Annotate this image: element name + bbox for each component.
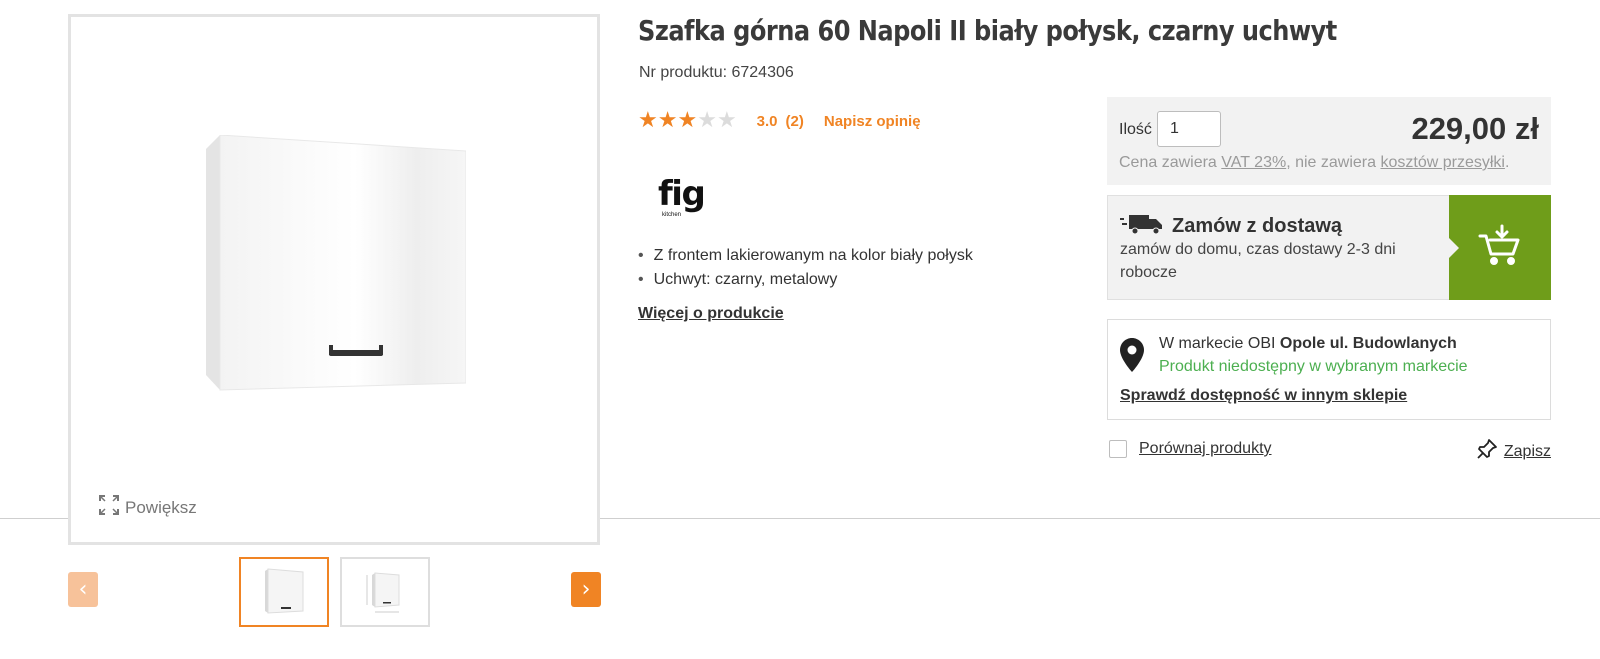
- gallery-thumbnail-1[interactable]: [239, 557, 329, 627]
- delivery-truck-icon: [1120, 213, 1164, 240]
- save-button[interactable]: Zapisz: [1476, 438, 1551, 465]
- quantity-label: Ilość: [1119, 121, 1152, 138]
- add-to-cart-button[interactable]: [1449, 195, 1551, 300]
- delivery-title: Zamów z dostawą: [1172, 215, 1343, 237]
- product-number: Nr produktu: 6724306: [639, 64, 794, 81]
- star-filled-icon: ★: [677, 108, 698, 133]
- star-empty-icon: ★: [716, 108, 737, 133]
- rating-count[interactable]: (2): [786, 113, 804, 130]
- gallery-next-button[interactable]: ›: [571, 572, 601, 607]
- brand-logo[interactable]: fig kitchen: [658, 176, 718, 222]
- store-prefix: W markecie OBI: [1159, 335, 1280, 352]
- feature-list: Z frontem lakierowanym na kolor biały po…: [638, 244, 973, 292]
- more-about-product-link[interactable]: Więcej o produkcie: [638, 305, 784, 323]
- price-box: Ilość 229,00 zł Cena zawiera VAT 23%, ni…: [1107, 97, 1551, 185]
- brand-subtitle: kitchen: [662, 212, 682, 218]
- thumbnail-cabinet-image: [265, 568, 304, 614]
- write-review-link[interactable]: Napisz opinię: [824, 113, 921, 130]
- rating-score: 3.0: [756, 112, 778, 130]
- price-note-suffix: .: [1504, 154, 1510, 171]
- star-empty-icon: ★: [697, 108, 717, 133]
- store-status: Produkt niedostępny w wybranym markecie: [1159, 358, 1468, 375]
- brand-name: fig: [658, 174, 706, 214]
- zoom-label: Powiększ: [125, 497, 197, 517]
- cart-button-notch: [1449, 238, 1459, 258]
- product-price: 229,00 zł: [1411, 111, 1539, 146]
- store-availability: W markecie OBI Opole ul. Budowlanych Pro…: [1107, 319, 1551, 420]
- expand-icon: [99, 495, 119, 520]
- price-note: Cena zawiera VAT 23%, nie zawiera kosztó…: [1119, 154, 1509, 172]
- star-filled-icon: ★: [638, 108, 658, 133]
- compare-products[interactable]: Porównaj produkty: [1109, 440, 1272, 458]
- product-rating: ★ ★ ★ ★ ★ 3.0 (2) Napisz opinię: [638, 110, 921, 132]
- location-pin-icon: [1120, 338, 1144, 377]
- gallery-thumbnail-2[interactable]: [340, 557, 430, 627]
- store-name[interactable]: Opole ul. Budowlanych: [1280, 335, 1457, 352]
- check-other-store-link[interactable]: Sprawdź dostępność w innym sklepie: [1120, 387, 1407, 405]
- rating-stars[interactable]: ★ ★ ★ ★ ★: [638, 110, 737, 132]
- add-to-cart-icon: [1478, 224, 1522, 271]
- store-location: W markecie OBI Opole ul. Budowlanych: [1159, 335, 1457, 353]
- product-title: Szafka górna 60 Napoli II biały połysk, …: [638, 14, 1337, 47]
- compare-checkbox[interactable]: [1109, 440, 1127, 458]
- save-label[interactable]: Zapisz: [1504, 443, 1551, 461]
- delivery-title-row: Zamów z dostawą: [1120, 213, 1342, 240]
- thumbnail-dimensions-image: [366, 572, 400, 613]
- compare-label[interactable]: Porównaj produkty: [1139, 440, 1272, 458]
- price-note-mid: , nie zawiera: [1286, 154, 1381, 171]
- pin-icon: [1476, 438, 1498, 465]
- vat-link[interactable]: VAT 23%: [1221, 154, 1286, 171]
- zoom-button[interactable]: Powiększ: [99, 495, 197, 520]
- delivery-description: zamów do domu, czas dostawy 2-3 dni robo…: [1120, 241, 1396, 281]
- feature-item: Uchwyt: czarny, metalowy: [638, 268, 973, 292]
- feature-item: Z frontem lakierowanym na kolor biały po…: [638, 244, 973, 268]
- shipping-costs-link[interactable]: kosztów przesyłki: [1380, 154, 1504, 171]
- main-product-image[interactable]: Powiększ: [68, 14, 600, 545]
- quantity-input[interactable]: [1157, 111, 1221, 147]
- order-delivery-button[interactable]: Zamów z dostawą zamów do domu, czas dost…: [1107, 195, 1551, 300]
- gallery-prev-button[interactable]: ‹: [68, 572, 98, 607]
- star-filled-icon: ★: [657, 108, 678, 133]
- cabinet-illustration: [206, 134, 467, 395]
- price-note-prefix: Cena zawiera: [1119, 154, 1222, 171]
